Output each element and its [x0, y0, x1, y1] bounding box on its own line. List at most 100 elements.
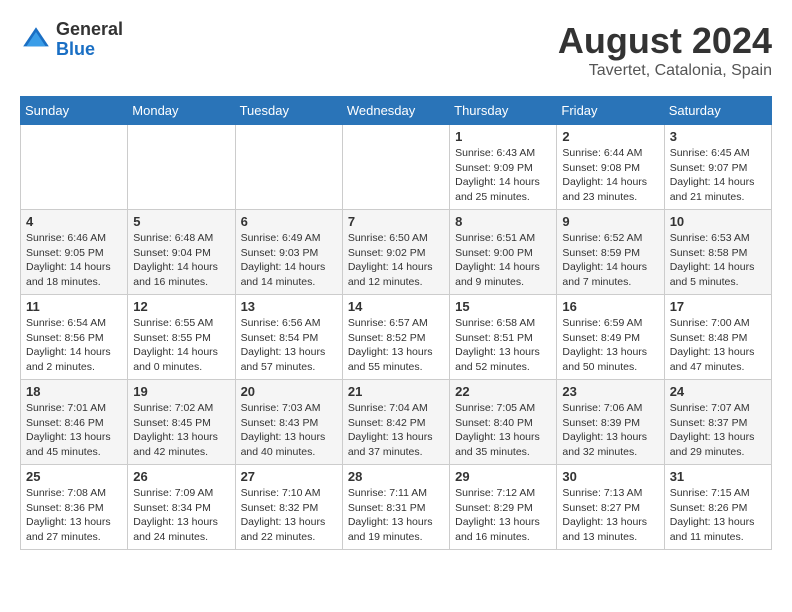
day-number: 28 [348, 469, 444, 484]
day-number: 23 [562, 384, 658, 399]
calendar-table: SundayMondayTuesdayWednesdayThursdayFrid… [20, 96, 772, 550]
day-number: 18 [26, 384, 122, 399]
day-info: Sunrise: 7:12 AM Sunset: 8:29 PM Dayligh… [455, 486, 551, 545]
day-number: 31 [670, 469, 766, 484]
weekday-header: Monday [128, 97, 235, 125]
calendar-cell [342, 125, 449, 210]
day-number: 17 [670, 299, 766, 314]
day-number: 27 [241, 469, 337, 484]
day-number: 9 [562, 214, 658, 229]
calendar-cell: 13Sunrise: 6:56 AM Sunset: 8:54 PM Dayli… [235, 295, 342, 380]
day-info: Sunrise: 6:55 AM Sunset: 8:55 PM Dayligh… [133, 316, 229, 375]
calendar-cell: 22 Sunrise: 7:05 AM Sunset: 8:40 PM Dayli… [450, 380, 557, 465]
day-number: 15 [455, 299, 551, 314]
calendar-cell: 5 Sunrise: 6:48 AM Sunset: 9:04 PM Daylig… [128, 210, 235, 295]
day-number: 14 [348, 299, 444, 314]
day-info: Sunrise: 6:57 AM Sunset: 8:52 PM Dayligh… [348, 316, 444, 375]
day-info: Sunrise: 7:13 AM Sunset: 8:27 PM Dayligh… [562, 486, 658, 545]
calendar-cell: 9Sunrise: 6:52 AM Sunset: 8:59 PM Daylig… [557, 210, 664, 295]
day-info: Sunrise: 6:44 AM Sunset: 9:08 PM Dayligh… [562, 146, 658, 205]
calendar-week-row: 25 Sunrise: 7:08 AM Sunset: 8:36 PM Dayli… [21, 465, 772, 550]
calendar-cell: 12 Sunrise: 6:55 AM Sunset: 8:55 PM Dayli… [128, 295, 235, 380]
calendar-week-row: 1Sunrise: 6:43 AM Sunset: 9:09 PM Daylig… [21, 125, 772, 210]
day-number: 5 [133, 214, 229, 229]
day-info: Sunrise: 7:06 AM Sunset: 8:39 PM Dayligh… [562, 401, 658, 460]
calendar-cell: 28Sunrise: 7:11 AM Sunset: 8:31 PM Dayli… [342, 465, 449, 550]
title-block: August 2024 Tavertet, Catalonia, Spain [558, 20, 772, 80]
day-info: Sunrise: 6:45 AM Sunset: 9:07 PM Dayligh… [670, 146, 766, 205]
calendar-cell: 2 Sunrise: 6:44 AM Sunset: 9:08 PM Daylig… [557, 125, 664, 210]
day-info: Sunrise: 6:49 AM Sunset: 9:03 PM Dayligh… [241, 231, 337, 290]
day-info: Sunrise: 7:02 AM Sunset: 8:45 PM Dayligh… [133, 401, 229, 460]
day-number: 12 [133, 299, 229, 314]
calendar-cell: 25 Sunrise: 7:08 AM Sunset: 8:36 PM Dayli… [21, 465, 128, 550]
calendar-cell: 11Sunrise: 6:54 AM Sunset: 8:56 PM Dayli… [21, 295, 128, 380]
calendar-cell: 6Sunrise: 6:49 AM Sunset: 9:03 PM Daylig… [235, 210, 342, 295]
day-number: 8 [455, 214, 551, 229]
day-number: 19 [133, 384, 229, 399]
calendar-cell: 8 Sunrise: 6:51 AM Sunset: 9:00 PM Daylig… [450, 210, 557, 295]
day-number: 4 [26, 214, 122, 229]
calendar-week-row: 4 Sunrise: 6:46 AM Sunset: 9:05 PM Daylig… [21, 210, 772, 295]
calendar-cell: 21Sunrise: 7:04 AM Sunset: 8:42 PM Dayli… [342, 380, 449, 465]
calendar-cell: 15 Sunrise: 6:58 AM Sunset: 8:51 PM Dayli… [450, 295, 557, 380]
day-info: Sunrise: 7:01 AM Sunset: 8:46 PM Dayligh… [26, 401, 122, 460]
page-header: General Blue August 2024 Tavertet, Catal… [20, 20, 772, 80]
calendar-cell: 17 Sunrise: 7:00 AM Sunset: 8:48 PM Dayli… [664, 295, 771, 380]
day-info: Sunrise: 6:50 AM Sunset: 9:02 PM Dayligh… [348, 231, 444, 290]
weekday-header: Wednesday [342, 97, 449, 125]
calendar-week-row: 18 Sunrise: 7:01 AM Sunset: 8:46 PM Dayli… [21, 380, 772, 465]
weekday-header: Thursday [450, 97, 557, 125]
calendar-cell: 27 Sunrise: 7:10 AM Sunset: 8:32 PM Dayli… [235, 465, 342, 550]
logo-blue-text: Blue [56, 40, 123, 60]
calendar-cell: 10 Sunrise: 6:53 AM Sunset: 8:58 PM Dayli… [664, 210, 771, 295]
day-info: Sunrise: 7:04 AM Sunset: 8:42 PM Dayligh… [348, 401, 444, 460]
day-info: Sunrise: 7:10 AM Sunset: 8:32 PM Dayligh… [241, 486, 337, 545]
day-info: Sunrise: 6:48 AM Sunset: 9:04 PM Dayligh… [133, 231, 229, 290]
day-number: 3 [670, 129, 766, 144]
day-info: Sunrise: 6:46 AM Sunset: 9:05 PM Dayligh… [26, 231, 122, 290]
day-info: Sunrise: 7:00 AM Sunset: 8:48 PM Dayligh… [670, 316, 766, 375]
calendar-cell: 1Sunrise: 6:43 AM Sunset: 9:09 PM Daylig… [450, 125, 557, 210]
day-number: 29 [455, 469, 551, 484]
calendar-cell [21, 125, 128, 210]
day-number: 25 [26, 469, 122, 484]
calendar-cell: 31Sunrise: 7:15 AM Sunset: 8:26 PM Dayli… [664, 465, 771, 550]
calendar-cell: 20Sunrise: 7:03 AM Sunset: 8:43 PM Dayli… [235, 380, 342, 465]
logo-general-text: General [56, 20, 123, 40]
day-info: Sunrise: 6:54 AM Sunset: 8:56 PM Dayligh… [26, 316, 122, 375]
day-number: 10 [670, 214, 766, 229]
logo: General Blue [20, 20, 123, 60]
calendar-cell: 14 Sunrise: 6:57 AM Sunset: 8:52 PM Dayli… [342, 295, 449, 380]
weekday-header: Sunday [21, 97, 128, 125]
day-info: Sunrise: 6:51 AM Sunset: 9:00 PM Dayligh… [455, 231, 551, 290]
logo-icon [20, 24, 52, 56]
day-number: 7 [348, 214, 444, 229]
day-number: 30 [562, 469, 658, 484]
day-info: Sunrise: 6:58 AM Sunset: 8:51 PM Dayligh… [455, 316, 551, 375]
calendar-week-row: 11Sunrise: 6:54 AM Sunset: 8:56 PM Dayli… [21, 295, 772, 380]
day-number: 26 [133, 469, 229, 484]
day-info: Sunrise: 6:56 AM Sunset: 8:54 PM Dayligh… [241, 316, 337, 375]
location-subtitle: Tavertet, Catalonia, Spain [558, 62, 772, 80]
day-number: 24 [670, 384, 766, 399]
calendar-cell: 23 Sunrise: 7:06 AM Sunset: 8:39 PM Dayli… [557, 380, 664, 465]
day-number: 1 [455, 129, 551, 144]
weekday-header: Saturday [664, 97, 771, 125]
day-info: Sunrise: 7:08 AM Sunset: 8:36 PM Dayligh… [26, 486, 122, 545]
calendar-cell: 26Sunrise: 7:09 AM Sunset: 8:34 PM Dayli… [128, 465, 235, 550]
day-number: 16 [562, 299, 658, 314]
calendar-cell: 7 Sunrise: 6:50 AM Sunset: 9:02 PM Daylig… [342, 210, 449, 295]
day-number: 2 [562, 129, 658, 144]
weekday-header: Tuesday [235, 97, 342, 125]
calendar-cell: 24Sunrise: 7:07 AM Sunset: 8:37 PM Dayli… [664, 380, 771, 465]
day-info: Sunrise: 6:53 AM Sunset: 8:58 PM Dayligh… [670, 231, 766, 290]
month-year-title: August 2024 [558, 20, 772, 62]
calendar-cell [235, 125, 342, 210]
day-number: 22 [455, 384, 551, 399]
calendar-cell: 4 Sunrise: 6:46 AM Sunset: 9:05 PM Daylig… [21, 210, 128, 295]
day-info: Sunrise: 7:05 AM Sunset: 8:40 PM Dayligh… [455, 401, 551, 460]
weekday-header: Friday [557, 97, 664, 125]
calendar-cell: 3 Sunrise: 6:45 AM Sunset: 9:07 PM Daylig… [664, 125, 771, 210]
calendar-cell: 19 Sunrise: 7:02 AM Sunset: 8:45 PM Dayli… [128, 380, 235, 465]
